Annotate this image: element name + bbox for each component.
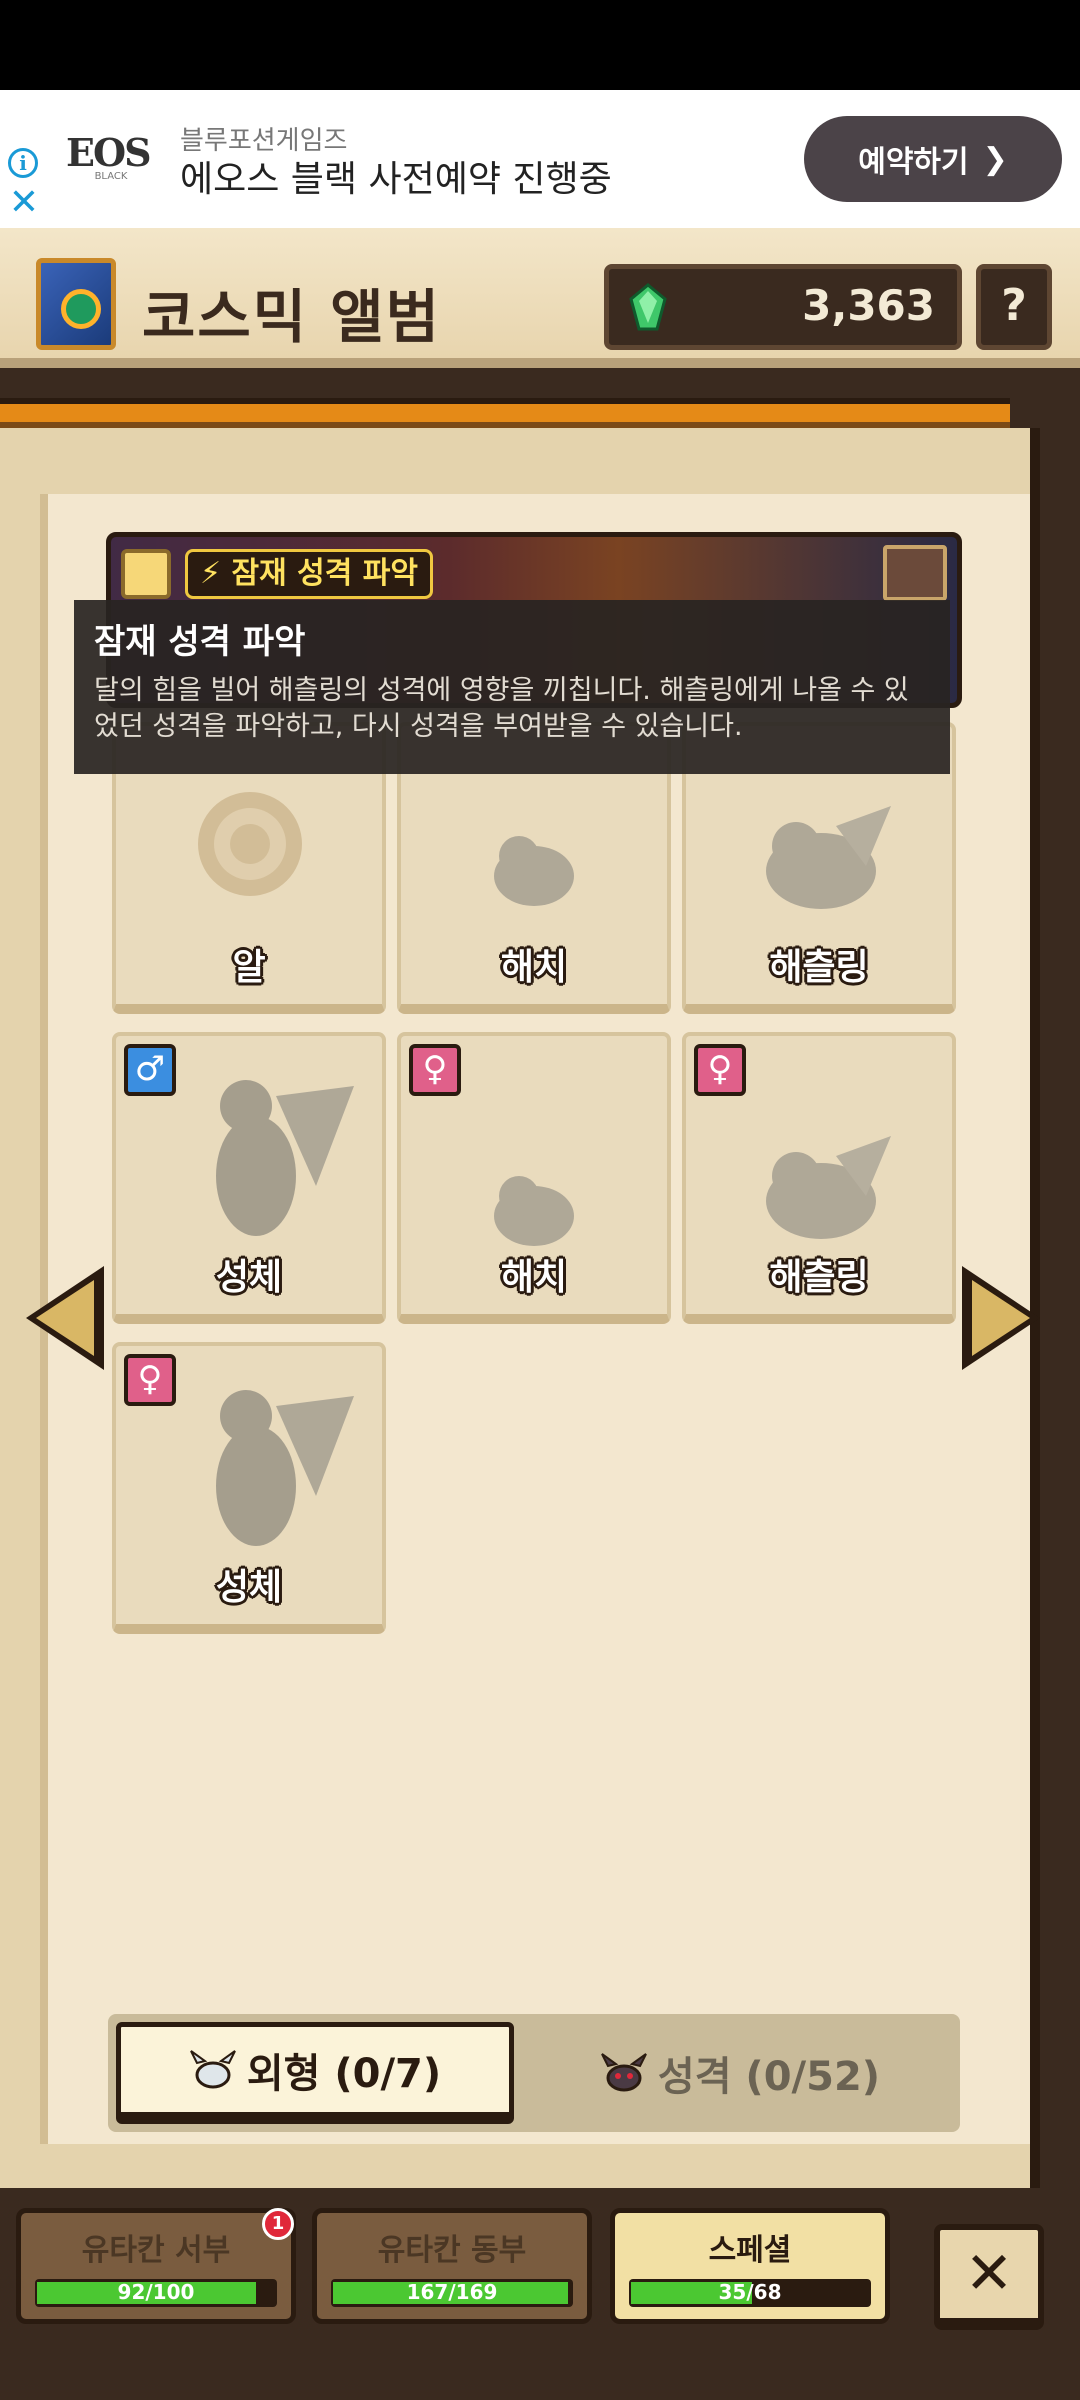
stage-card-adult-female[interactable]: ♀ 성체	[112, 1342, 386, 1634]
female-icon: ♀	[124, 1354, 176, 1406]
tooltip-title: 잠재 성격 파악	[94, 622, 306, 662]
region-tab-special[interactable]: 스페셜 35/68	[610, 2208, 890, 2324]
card-label: 성체	[215, 1567, 283, 1608]
tooltip: 잠재 성격 파악 달의 힘을 빌어 해츨링의 성격에 영향을 끼칩니다. 해츨링…	[74, 600, 950, 774]
help-button[interactable]: ?	[976, 264, 1052, 350]
close-button[interactable]: ✕	[934, 2224, 1044, 2330]
female-icon: ♀	[694, 1044, 746, 1096]
page-title: 코스믹 앨범	[142, 283, 441, 351]
ad-banner[interactable]: i ✕ EOS BLACK 블루포션게임즈 에오스 블랙 사전예약 진행중 예약…	[0, 90, 1080, 228]
status-bar	[0, 0, 1080, 90]
ad-reserve-label: 예약하기	[858, 145, 969, 180]
tab-personality-label: 성격 (0/52)	[657, 2054, 881, 2100]
album-book-icon	[36, 258, 116, 350]
view-tabs: 외형 (0/7) 성격 (0/52)	[108, 2014, 960, 2132]
notification-badge: 1	[262, 2208, 294, 2240]
female-icon: ♀	[409, 1044, 461, 1096]
card-label: 해치	[500, 1257, 568, 1298]
header: 코스믹 앨범 3,363 ?	[0, 228, 1080, 368]
tab-appearance[interactable]: 외형 (0/7)	[116, 2022, 514, 2124]
ad-reserve-button[interactable]: 예약하기 ❯	[804, 116, 1062, 202]
game-screen: 코스믹 앨범 3,363 ? ⚡ 잠재 성격 파악 알 해치 해츨링 ♂ 성체 …	[0, 228, 1080, 2400]
adult-dragon-sprite	[216, 1390, 354, 1546]
card-label: 성체	[215, 1257, 283, 1298]
dragon-head-dark-icon	[600, 2053, 647, 2092]
book-top-edge	[0, 398, 1010, 428]
card-label: 해치	[500, 947, 568, 988]
region-tab-utakan-east[interactable]: 유타칸 동부 167/169	[312, 2208, 592, 2324]
progress-text: 167/169	[406, 2280, 498, 2304]
region-label: 스페셜	[708, 2233, 792, 2268]
dragon-sprite	[766, 1136, 891, 1239]
adult-dragon-sprite	[216, 1080, 354, 1236]
next-page-arrow-icon[interactable]	[962, 1266, 1040, 1370]
tab-appearance-label: 외형 (0/7)	[246, 2050, 442, 2097]
potential-personality-tag[interactable]: ⚡ 잠재 성격 파악	[185, 549, 434, 599]
stage-card-hatchling-female[interactable]: ♀ 해츨링	[682, 1032, 956, 1324]
ad-info-icon[interactable]: i	[8, 148, 38, 178]
stage-card-hatch-female[interactable]: ♀ 해치	[397, 1032, 671, 1324]
region-tab-utakan-west[interactable]: 유타칸 서부 92/100	[16, 2208, 296, 2324]
region-label: 유타칸 동부	[377, 2233, 527, 2268]
ad-logo: EOS BLACK	[66, 130, 156, 190]
tab-personality[interactable]: 성격 (0/52)	[528, 2022, 952, 2124]
tooltip-description: 달의 힘을 빌어 해츨링의 성격에 영향을 끼칩니다. 해츨링에게 나올 수 있…	[94, 675, 909, 742]
potential-personality-label: 잠재 성격 파악	[231, 556, 419, 591]
book-icon[interactable]	[883, 545, 947, 601]
ad-logo-text: EOS	[66, 130, 152, 175]
progress-text: 35/68	[718, 2280, 782, 2304]
dragon-sprite	[766, 806, 891, 909]
hatchling-sprite	[494, 1176, 574, 1246]
card-label: 알	[232, 947, 266, 988]
hatchling-sprite	[494, 836, 574, 906]
progress-bar: 167/169	[331, 2279, 573, 2307]
egg-sprite	[198, 792, 302, 896]
ad-title[interactable]: 에오스 블랙 사전예약 진행중	[180, 150, 612, 202]
gem-counter: 3,363	[604, 264, 962, 350]
dragon-head-icon	[189, 2049, 236, 2088]
prev-page-arrow-icon[interactable]	[26, 1266, 104, 1370]
progress-bar: 92/100	[35, 2279, 277, 2307]
progress-text: 92/100	[117, 2280, 195, 2304]
stage-card-adult-male[interactable]: ♂ 성체	[112, 1032, 386, 1324]
ad-close-icon[interactable]: ✕	[8, 185, 40, 221]
progress-bar: 35/68	[629, 2279, 871, 2307]
gem-icon	[629, 283, 667, 331]
male-icon: ♂	[124, 1044, 176, 1096]
gem-count: 3,363	[802, 281, 935, 330]
card-label: 해츨링	[769, 947, 869, 988]
sun-icon	[121, 549, 171, 599]
region-label: 유타칸 서부	[81, 2233, 231, 2268]
card-label: 해츨링	[769, 1257, 869, 1298]
chevron-right-icon: ❯	[982, 141, 1008, 177]
